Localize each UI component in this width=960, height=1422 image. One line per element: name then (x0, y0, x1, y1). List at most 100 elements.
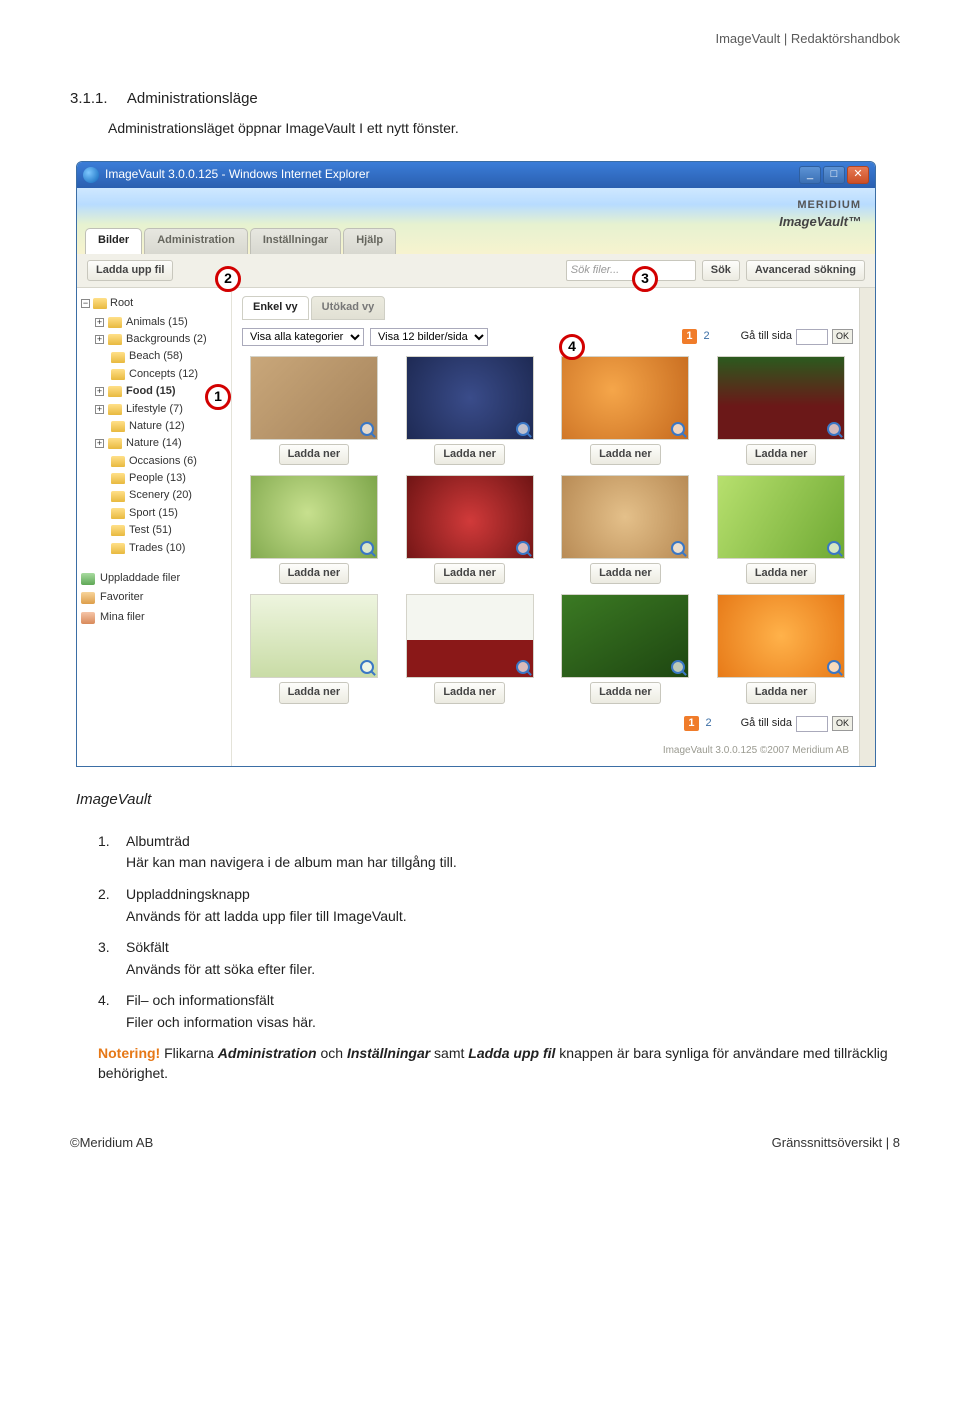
upload-button[interactable]: Ladda upp fil (87, 260, 173, 281)
tree-item[interactable]: +Backgrounds (2) (95, 331, 227, 348)
zoom-icon[interactable] (516, 541, 530, 555)
legend-number: 1. (98, 832, 126, 852)
tree-item[interactable]: Concepts (12) (95, 366, 227, 383)
thumbnail[interactable] (717, 594, 845, 678)
thumbnail[interactable] (250, 594, 378, 678)
tree-item[interactable]: Sport (15) (95, 505, 227, 522)
zoom-icon[interactable] (671, 422, 685, 436)
tree-item[interactable]: Scenery (20) (95, 487, 227, 504)
tree-item[interactable]: Test (51) (95, 522, 227, 539)
quicklink-favorites[interactable]: Favoriter (81, 588, 227, 607)
legend-number: 4. (98, 991, 126, 1011)
zoom-icon[interactable] (516, 422, 530, 436)
expand-icon[interactable]: + (95, 387, 104, 396)
legend-list: 1.Albumträd Här kan man navigera i de al… (98, 832, 900, 1033)
expand-icon[interactable]: + (95, 335, 104, 344)
download-button[interactable]: Ladda ner (279, 682, 350, 703)
tree-item[interactable]: +Animals (15) (95, 314, 227, 331)
download-button[interactable]: Ladda ner (590, 563, 661, 584)
tree-label: Nature (14) (126, 436, 182, 451)
legend-desc: Används för att söka efter filer. (126, 960, 900, 980)
zoom-icon[interactable] (360, 422, 374, 436)
page-link[interactable]: 2 (703, 716, 715, 731)
zoom-icon[interactable] (827, 660, 841, 674)
thumbnail[interactable] (561, 356, 689, 440)
page-link[interactable]: 2 (701, 329, 713, 344)
tree-item[interactable]: Beach (58) (95, 348, 227, 365)
thumbnail[interactable] (717, 475, 845, 559)
search-input[interactable]: Sök filer... (566, 260, 696, 281)
download-button[interactable]: Ladda ner (279, 563, 350, 584)
quicklink-uploaded[interactable]: Uppladdade filer (81, 569, 227, 588)
tab-installningar[interactable]: Inställningar (250, 228, 341, 253)
tree-item[interactable]: People (13) (95, 470, 227, 487)
thumbnail[interactable] (406, 594, 534, 678)
tree-label: Concepts (12) (129, 367, 198, 382)
zoom-icon[interactable] (671, 660, 685, 674)
expand-icon[interactable]: + (95, 405, 104, 414)
download-button[interactable]: Ladda ner (746, 444, 817, 465)
zoom-icon[interactable] (671, 541, 685, 555)
download-button[interactable]: Ladda ner (434, 563, 505, 584)
pager-top: 1 2 (682, 329, 712, 344)
thumb-card: Ladda ner (709, 594, 853, 703)
expand-icon[interactable]: + (95, 439, 104, 448)
legend-item: 3.Sökfält Används för att söka efter fil… (98, 938, 900, 979)
expand-icon[interactable]: + (95, 318, 104, 327)
tab-bilder[interactable]: Bilder (85, 228, 142, 253)
goto-ok-button[interactable]: OK (832, 329, 853, 344)
tree-item[interactable]: + Nature (14) (95, 435, 227, 452)
perpage-select[interactable]: Visa 12 bilder/sida (370, 328, 488, 346)
page-current: 1 (682, 329, 696, 344)
goto-label: Gå till sida (741, 716, 792, 731)
zoom-icon[interactable] (827, 541, 841, 555)
search-button[interactable]: Sök (702, 260, 740, 281)
thumbnail[interactable] (561, 475, 689, 559)
scrollbar[interactable] (859, 288, 875, 766)
folder-icon (108, 317, 122, 328)
section-heading: 3.1.1. Administrationsläge (70, 88, 900, 109)
goto-ok-button[interactable]: OK (832, 716, 853, 731)
tree-item[interactable]: Trades (10) (95, 540, 227, 557)
download-button[interactable]: Ladda ner (279, 444, 350, 465)
thumbnail[interactable] (406, 356, 534, 440)
tab-hjalp[interactable]: Hjälp (343, 228, 396, 253)
tab-administration[interactable]: Administration (144, 228, 248, 253)
tree-item[interactable]: Occasions (6) (95, 453, 227, 470)
footer-left: ©Meridium AB (70, 1134, 153, 1152)
thumbnail[interactable] (561, 594, 689, 678)
download-button[interactable]: Ladda ner (590, 682, 661, 703)
subtab-extended[interactable]: Utökad vy (311, 296, 386, 319)
quicklink-myfiles[interactable]: Mina filer (81, 608, 227, 627)
thumbnail[interactable] (250, 475, 378, 559)
collapse-icon[interactable]: − (81, 299, 90, 308)
product-name: ImageVault™ (779, 213, 861, 231)
zoom-icon[interactable] (360, 541, 374, 555)
download-button[interactable]: Ladda ner (746, 682, 817, 703)
folder-icon (111, 543, 125, 554)
note-em: Ladda upp fil (468, 1045, 555, 1061)
download-button[interactable]: Ladda ner (746, 563, 817, 584)
tree-root[interactable]: − Root (81, 296, 227, 311)
close-button[interactable]: ✕ (847, 166, 869, 184)
thumbnail[interactable] (250, 356, 378, 440)
minimize-button[interactable]: _ (799, 166, 821, 184)
zoom-icon[interactable] (827, 422, 841, 436)
category-select[interactable]: Visa alla kategorier (242, 328, 364, 346)
zoom-icon[interactable] (360, 660, 374, 674)
goto-input[interactable] (796, 329, 828, 345)
tree-label: Food (15) (126, 384, 176, 399)
tree-item[interactable]: Nature (12) (95, 418, 227, 435)
folder-icon (108, 404, 122, 415)
maximize-button[interactable]: □ (823, 166, 845, 184)
download-button[interactable]: Ladda ner (590, 444, 661, 465)
download-button[interactable]: Ladda ner (434, 444, 505, 465)
zoom-icon[interactable] (516, 660, 530, 674)
goto-page-bottom: Gå till sida OK (741, 716, 853, 732)
goto-input[interactable] (796, 716, 828, 732)
download-button[interactable]: Ladda ner (434, 682, 505, 703)
advanced-search-button[interactable]: Avancerad sökning (746, 260, 865, 281)
subtab-simple[interactable]: Enkel vy (242, 296, 309, 319)
thumbnail[interactable] (717, 356, 845, 440)
thumbnail[interactable] (406, 475, 534, 559)
